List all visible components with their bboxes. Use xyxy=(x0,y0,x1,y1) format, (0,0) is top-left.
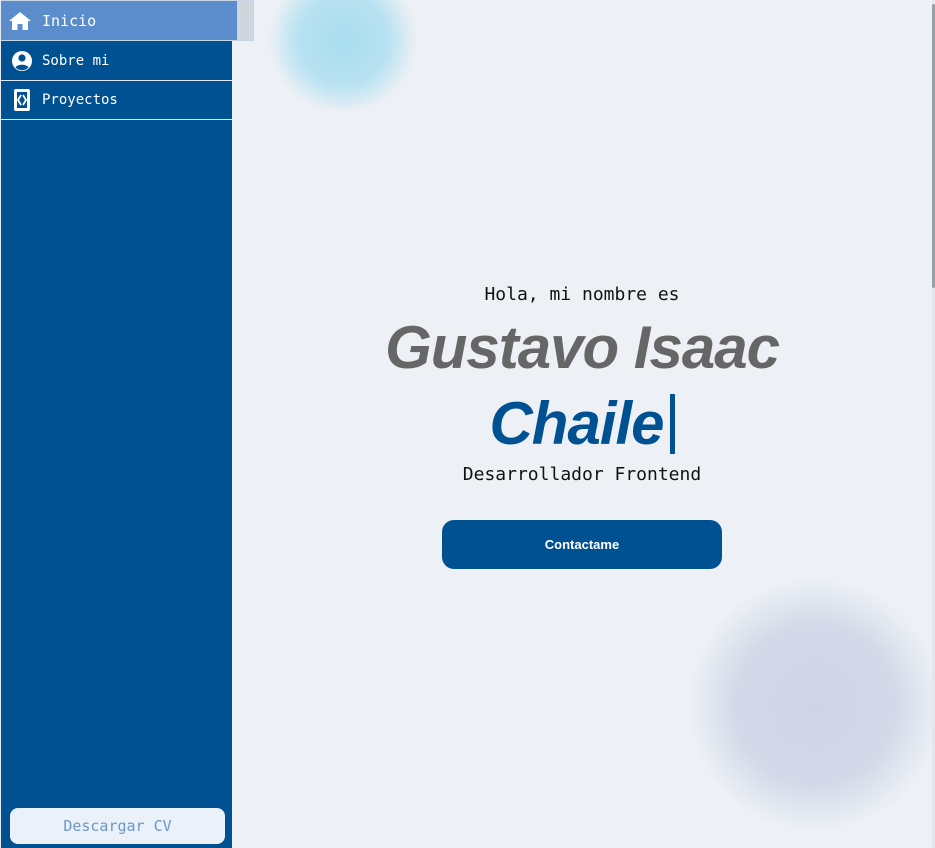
active-tab-edge xyxy=(237,1,253,40)
name-first-line: Gustavo Isaac xyxy=(385,314,780,381)
decorative-blob-top xyxy=(268,0,418,110)
decorative-blob-bottom xyxy=(690,580,935,830)
sidebar-item-label: Inicio xyxy=(42,11,97,30)
code-file-icon xyxy=(10,88,34,112)
role-text: Desarrollador Frontend xyxy=(462,464,702,485)
name-second-line: Chaile xyxy=(232,388,932,460)
contact-button[interactable]: Contactame xyxy=(442,520,722,569)
sidebar-item-inicio[interactable]: Inicio xyxy=(1,0,254,41)
home-icon xyxy=(8,9,32,33)
sidebar: Inicio Sobre mi Proyectos Descargar CV xyxy=(0,0,254,848)
greeting-text: Hola, mi nombre es xyxy=(484,284,680,305)
sidebar-item-label: Sobre mi xyxy=(42,52,110,69)
typing-cursor xyxy=(669,394,675,454)
name-last: Chaile xyxy=(489,390,664,457)
user-circle-icon xyxy=(10,49,34,73)
download-cv-button[interactable]: Descargar CV xyxy=(10,808,225,844)
sidebar-item-label: Proyectos xyxy=(42,91,118,108)
sidebar-item-proyectos[interactable]: Proyectos xyxy=(1,80,233,120)
sidebar-item-sobre-mi[interactable]: Sobre mi xyxy=(1,41,233,81)
